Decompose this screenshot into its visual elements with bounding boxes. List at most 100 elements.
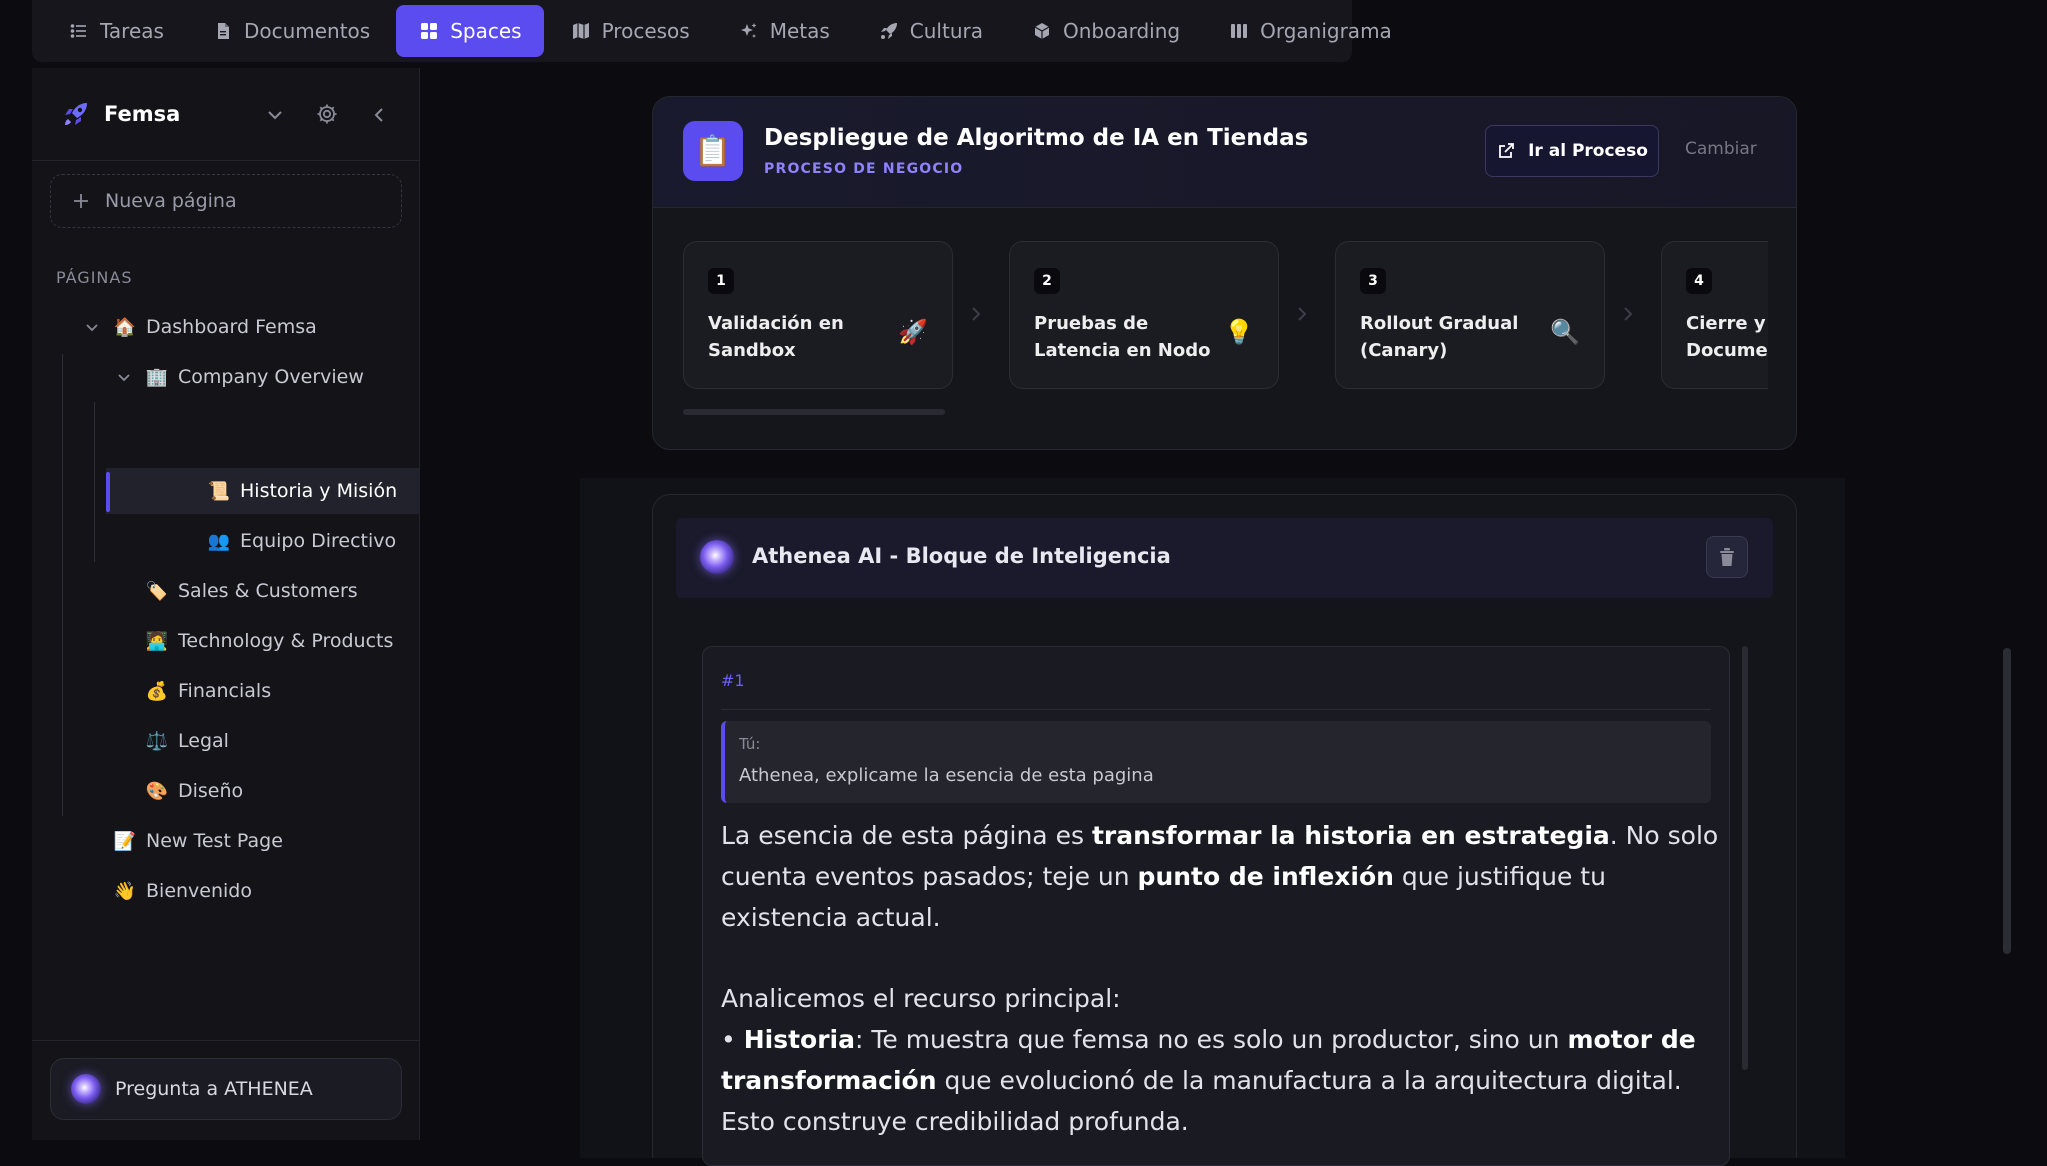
box-icon — [1031, 20, 1053, 42]
sidebar-item-label: Dashboard Femsa — [146, 316, 317, 338]
go-to-process-button[interactable]: Ir al Proceso — [1485, 125, 1659, 177]
sidebar-item-historia-y-mision[interactable]: 📜 Historia y Misión — [106, 468, 420, 514]
tag-icon: 🏷️ — [145, 580, 169, 602]
answer-highlight: Historia — [743, 1025, 855, 1054]
new-page-button[interactable]: Nueva página — [50, 174, 402, 228]
tree-guide-line — [62, 354, 63, 816]
sidebar-item-technology-products[interactable]: 🧑‍💻 Technology & Products — [144, 618, 394, 664]
sidebar-item-sales-customers[interactable]: 🏷️ Sales & Customers — [144, 568, 358, 614]
sidebar-item-company-overview[interactable]: 🏢 Company Overview — [114, 354, 364, 400]
tab-label: Procesos — [601, 19, 690, 43]
sidebar-item-legal[interactable]: ⚖️ Legal — [144, 718, 229, 764]
sidebar-item-label: New Test Page — [146, 830, 283, 852]
tab-spaces[interactable]: Spaces — [396, 5, 544, 57]
divider — [32, 1040, 420, 1041]
chevron-left-icon[interactable] — [368, 104, 390, 126]
sidebar-item-equipo-directivo[interactable]: 👥 Equipo Directivo — [206, 518, 396, 564]
waving-hand-icon: 👋 — [113, 880, 137, 902]
step-number: 4 — [1686, 268, 1712, 294]
new-page-label: Nueva página — [105, 190, 237, 212]
process-subtitle: PROCESO DE NEGOCIO — [764, 161, 964, 177]
ask-athenea-button[interactable]: Pregunta a ATHENEA — [50, 1058, 402, 1120]
tab-documentos[interactable]: Documentos — [190, 5, 392, 57]
sidebar-item-label: Sales & Customers — [178, 580, 358, 602]
document-icon — [212, 20, 234, 42]
sidebar-item-new-test-page[interactable]: 📝 New Test Page — [112, 818, 283, 864]
step-number: 1 — [708, 268, 734, 294]
tab-cultura[interactable]: Cultura — [856, 5, 1005, 57]
grid-icon — [418, 20, 440, 42]
lightbulb-icon: 💡 — [1224, 318, 1254, 346]
sidebar-item-diseno[interactable]: 🎨 Diseño — [144, 768, 243, 814]
rocket-icon: 🚀 — [898, 318, 928, 346]
process-steps: 1 Validación en Sandbox 🚀 2 Pruebas de L… — [683, 241, 1768, 401]
step-number: 2 — [1034, 268, 1060, 294]
delete-button[interactable] — [1706, 536, 1748, 578]
ask-athenea-label: Pregunta a ATHENEA — [115, 1078, 313, 1100]
chevron-down-icon[interactable] — [114, 367, 134, 387]
answer-highlight: transformar la historia en estrategia — [1091, 821, 1610, 850]
sidebar-item-label: Legal — [178, 730, 229, 752]
steps-scrollbar[interactable] — [683, 409, 945, 415]
chevron-right-icon — [1624, 307, 1633, 321]
answer-text: : Te muestra que femsa no es solo un pro… — [854, 1025, 1568, 1054]
chevron-down-icon[interactable] — [264, 104, 286, 126]
tab-metas[interactable]: Metas — [716, 5, 852, 57]
step-card[interactable]: 3 Rollout Gradual (Canary) 🔍 — [1335, 241, 1605, 389]
tab-organigrama[interactable]: Organigrama — [1206, 5, 1414, 57]
divider — [721, 709, 1711, 710]
sidebar-item-dashboard-femsa[interactable]: 🏠 Dashboard Femsa — [82, 304, 317, 350]
sidebar: Femsa Nueva página PÁGINAS 🏠 Dashboard F… — [32, 68, 420, 1140]
active-indicator — [106, 472, 110, 512]
chat-scrollbar[interactable] — [1742, 646, 1748, 1070]
answer-paragraph: Analicemos el recurso principal: — [721, 984, 1121, 1013]
answer-text: • — [721, 1025, 744, 1054]
gear-icon[interactable] — [315, 102, 339, 126]
sidebar-item-label: Historia y Misión — [240, 480, 398, 502]
step-number: 3 — [1360, 268, 1386, 294]
tab-label: Metas — [769, 19, 830, 43]
tab-onboarding[interactable]: Onboarding — [1009, 5, 1202, 57]
workspace-header: Femsa — [32, 68, 420, 161]
building-icon: 🏢 — [145, 366, 169, 388]
sidebar-item-label: Diseño — [178, 780, 244, 802]
chevron-down-icon[interactable] — [82, 317, 102, 337]
step-label: Pruebas de Latencia en Nodo — [1034, 313, 1211, 361]
sidebar-item-financials[interactable]: 💰 Financials — [144, 668, 271, 714]
home-icon: 🏠 — [113, 316, 137, 338]
sidebar-item-bienvenido[interactable]: 👋 Bienvenido — [112, 868, 252, 914]
plus-icon — [74, 194, 88, 208]
tab-label: Documentos — [243, 19, 371, 43]
columns-icon — [1228, 20, 1250, 42]
step-card[interactable]: 4 Cierre y Documen — [1661, 241, 1768, 389]
scroll-icon: 📜 — [207, 480, 231, 502]
change-button[interactable]: Cambiar — [1685, 139, 1757, 159]
page-scrollbar[interactable] — [2003, 648, 2011, 954]
tab-procesos[interactable]: Procesos — [548, 5, 712, 57]
answer-paragraph: La esencia de esta página es transformar… — [721, 815, 1721, 938]
athenea-orb-icon — [71, 1074, 101, 1104]
chat-thread: #1 Tú: Athenea, explicame la esencia de … — [702, 646, 1730, 1166]
ai-block-title: Athenea AI - Bloque de Inteligencia — [752, 544, 1171, 568]
chevron-right-icon — [1298, 307, 1307, 321]
sidebar-item-label: Company Overview — [178, 366, 364, 388]
sidebar-item-label: Financials — [178, 680, 272, 702]
step-label: Cierre y Documen — [1686, 313, 1768, 361]
section-label: PÁGINAS — [56, 268, 133, 287]
rocket-icon — [65, 103, 87, 125]
step-card[interactable]: 2 Pruebas de Latencia en Nodo 💡 — [1009, 241, 1279, 389]
answer-paragraph: • Historia: Te muestra que femsa no es s… — [721, 1019, 1721, 1142]
sparkles-icon — [738, 20, 760, 42]
top-navigation: Tareas Documentos Spaces Procesos Metas … — [32, 0, 1392, 62]
go-to-process-label: Ir al Proceso — [1528, 141, 1648, 161]
scales-icon: ⚖️ — [145, 730, 169, 752]
list-icon — [68, 20, 90, 42]
palette-icon: 🎨 — [145, 780, 169, 802]
step-card[interactable]: 1 Validación en Sandbox 🚀 — [683, 241, 953, 389]
map-icon — [570, 20, 592, 42]
tab-label: Organigrama — [1260, 19, 1392, 43]
tab-tareas[interactable]: Tareas — [46, 5, 186, 57]
external-link-icon — [1499, 143, 1515, 158]
process-header: 📋 Despliegue de Algoritmo de IA en Tiend… — [653, 97, 1796, 208]
